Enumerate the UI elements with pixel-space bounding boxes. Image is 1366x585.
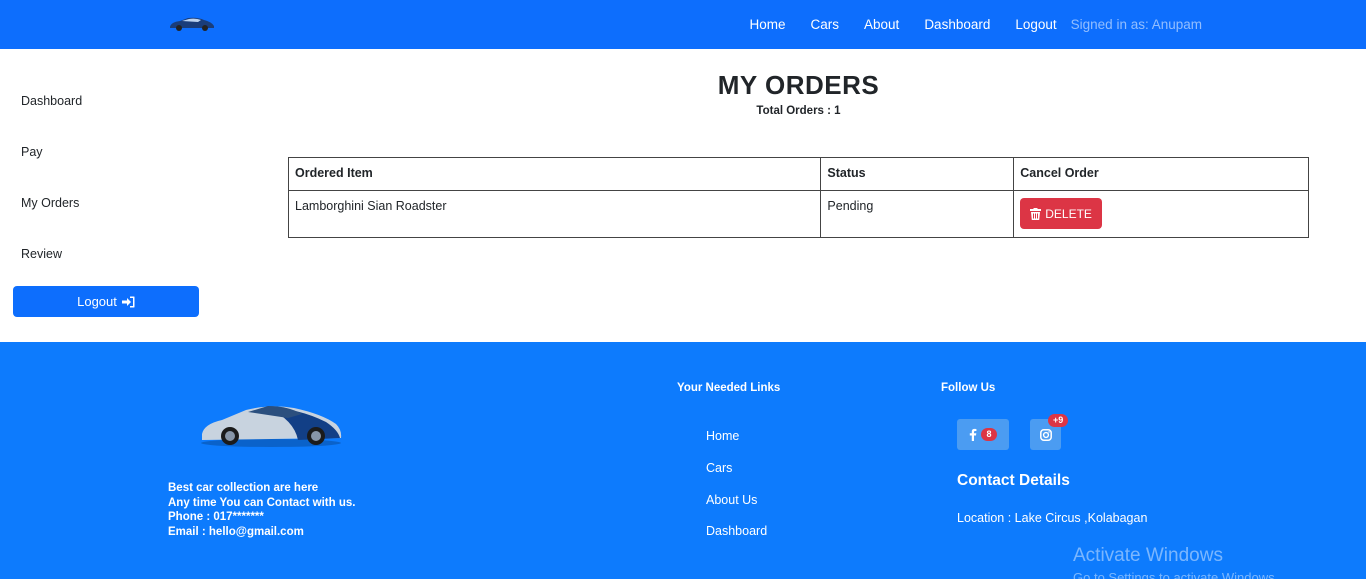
car-image — [201, 406, 342, 447]
signed-in-text: Signed in as: Anupam — [1070, 17, 1202, 32]
footer-about-line: Best car collection are here — [168, 482, 319, 494]
instagram-icon — [1039, 428, 1052, 441]
header-status: Status — [820, 157, 1015, 191]
facebook-button[interactable]: 8 — [957, 419, 1009, 450]
contact-details-title: Contact Details — [957, 472, 1070, 489]
sidebar-logout-button[interactable]: Logout — [13, 286, 199, 317]
delete-label: DELETE — [1045, 206, 1092, 221]
status-cell: Pending — [820, 190, 1015, 238]
page-title: MY ORDERS — [717, 70, 880, 100]
footer: Best car collection are here Any time Yo… — [0, 342, 1366, 585]
top-navbar: Home Cars About Dashboard Logout Signed … — [0, 0, 1366, 49]
ordered-item-cell: Lamborghini Sian Roadster — [287, 190, 822, 238]
footer-link-about-us[interactable]: About Us — [706, 493, 757, 507]
delete-order-button[interactable]: DELETE — [1020, 198, 1102, 229]
windows-watermark-title: Activate Windows — [1073, 545, 1223, 566]
footer-email: Email : hello@gmail.com — [168, 525, 304, 538]
contact-location: Location : Lake Circus ,Kolabagan — [957, 511, 1148, 525]
car-logo-icon[interactable] — [168, 14, 216, 32]
nav-logout-link[interactable]: Logout — [1015, 17, 1056, 32]
header-cancel-order: Cancel Order — [1013, 157, 1309, 191]
cancel-order-cell: DELETE — [1013, 190, 1309, 238]
footer-link-dashboard[interactable]: Dashboard — [706, 524, 767, 538]
nav-home-link[interactable]: Home — [750, 17, 786, 32]
trash-icon — [1030, 207, 1042, 220]
instagram-badge: +9 — [1048, 414, 1069, 427]
logout-label: Logout — [77, 294, 117, 309]
sidebar-item-review[interactable]: Review — [21, 247, 62, 261]
footer-links-title: Your Needed Links — [677, 382, 781, 394]
footer-follow-title: Follow Us — [941, 382, 996, 394]
sidebar-item-dashboard[interactable]: Dashboard — [21, 94, 82, 108]
windows-watermark-subtitle: Go to Settings to activate Windows. — [1073, 570, 1279, 585]
footer-about: Best car collection are here Any time Yo… — [168, 481, 355, 539]
table-row: Lamborghini Sian Roadster Pending DELETE — [287, 190, 1309, 238]
sidebar-item-my-orders[interactable]: My Orders — [21, 196, 79, 210]
footer-link-cars[interactable]: Cars — [706, 461, 732, 475]
nav-cars-link[interactable]: Cars — [811, 17, 840, 32]
orders-table: Ordered Item Status Cancel Order Lamborg… — [287, 157, 1309, 238]
nav-dashboard-link[interactable]: Dashboard — [924, 17, 990, 32]
nav-about-link[interactable]: About — [864, 17, 899, 32]
facebook-badge: 8 — [981, 428, 997, 441]
footer-link-home[interactable]: Home — [706, 429, 739, 443]
facebook-icon — [970, 428, 977, 441]
footer-about-line: Any time You can Contact with us. — [168, 496, 356, 509]
table-header-row: Ordered Item Status Cancel Order — [287, 157, 1309, 191]
sign-in-icon — [121, 296, 135, 307]
footer-phone: Phone : 017******* — [168, 511, 264, 523]
sidebar-item-pay[interactable]: Pay — [21, 145, 43, 159]
header-ordered-item: Ordered Item — [287, 157, 822, 191]
total-orders-count: Total Orders : 1 — [756, 105, 841, 117]
